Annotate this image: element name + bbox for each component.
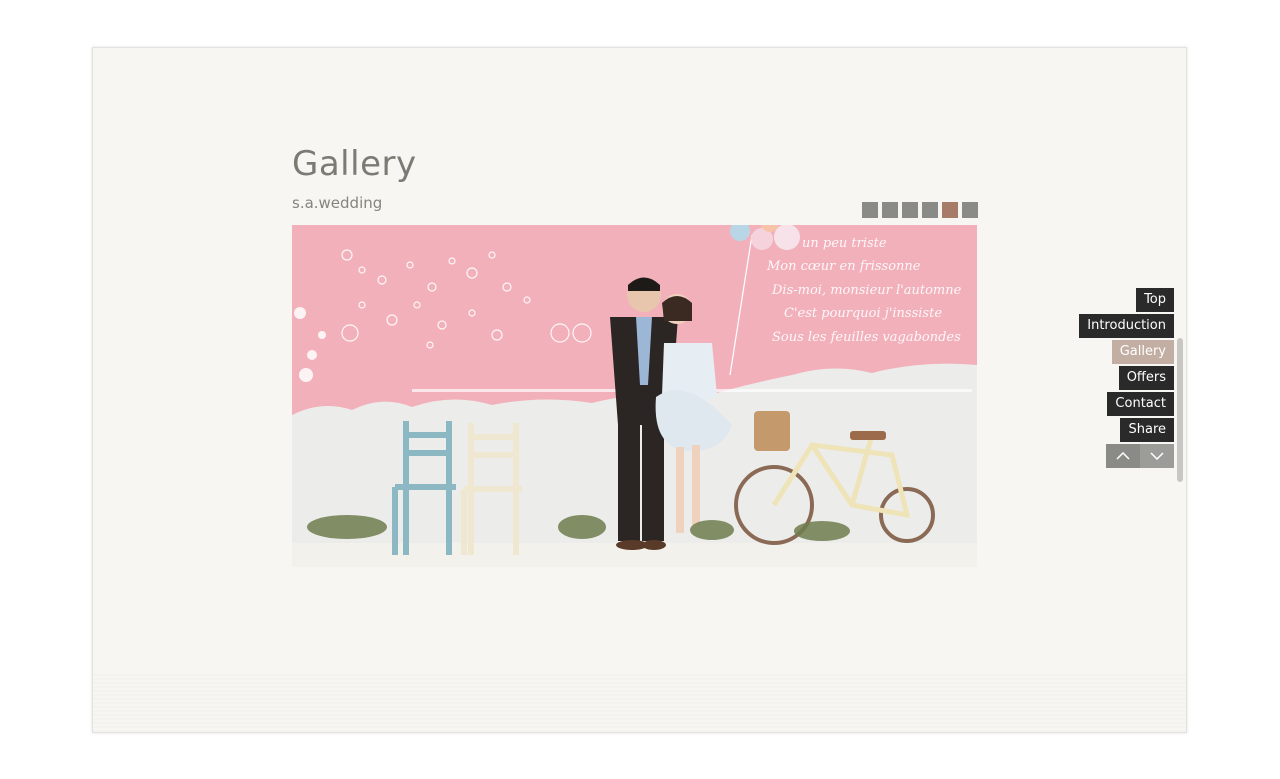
- nav-arrows: [1106, 444, 1174, 468]
- gallery-photo[interactable]: un peu triste Mon cœur en frissonne Dis-…: [292, 225, 977, 567]
- section-subtitle: s.a.wedding: [292, 194, 383, 212]
- slide-dot-6[interactable]: [962, 202, 978, 218]
- chevron-up-icon: [1116, 452, 1130, 460]
- wall-text-line: un peu triste: [802, 236, 887, 251]
- page-frame: Gallery s.a.wedding un peu triste Mon cœ…: [92, 47, 1187, 733]
- slide-dot-4[interactable]: [922, 202, 938, 218]
- slide-dot-1[interactable]: [862, 202, 878, 218]
- nav-item-contact[interactable]: Contact: [1107, 392, 1174, 416]
- side-navigation: Top Introduction Gallery Offers Contact …: [1079, 288, 1174, 468]
- slide-dot-2[interactable]: [882, 202, 898, 218]
- scrollbar-thumb[interactable]: [1177, 338, 1183, 482]
- nav-item-top[interactable]: Top: [1136, 288, 1174, 312]
- section-title: Gallery: [292, 144, 417, 184]
- wall-text-line: C'est pourquoi j'inssiste: [784, 306, 942, 321]
- nav-item-introduction[interactable]: Introduction: [1079, 314, 1174, 338]
- nav-item-gallery[interactable]: Gallery: [1111, 340, 1174, 364]
- slide-dot-5[interactable]: [942, 202, 958, 218]
- slide-dot-3[interactable]: [902, 202, 918, 218]
- chevron-down-icon: [1150, 452, 1164, 460]
- nav-next-button[interactable]: [1140, 444, 1174, 468]
- slide-indicator: [862, 202, 978, 218]
- wall-text-line: Dis-moi, monsieur l'automne: [771, 283, 962, 298]
- nav-prev-button[interactable]: [1106, 444, 1140, 468]
- wedding-photo-illustration: un peu triste Mon cœur en frissonne Dis-…: [292, 225, 977, 567]
- wall-text-line: Mon cœur en frissonne: [766, 259, 921, 274]
- nav-item-offers[interactable]: Offers: [1118, 366, 1174, 390]
- nav-item-share[interactable]: Share: [1120, 418, 1174, 442]
- wall-text-line: Sous les feuilles vagabondes: [772, 330, 961, 345]
